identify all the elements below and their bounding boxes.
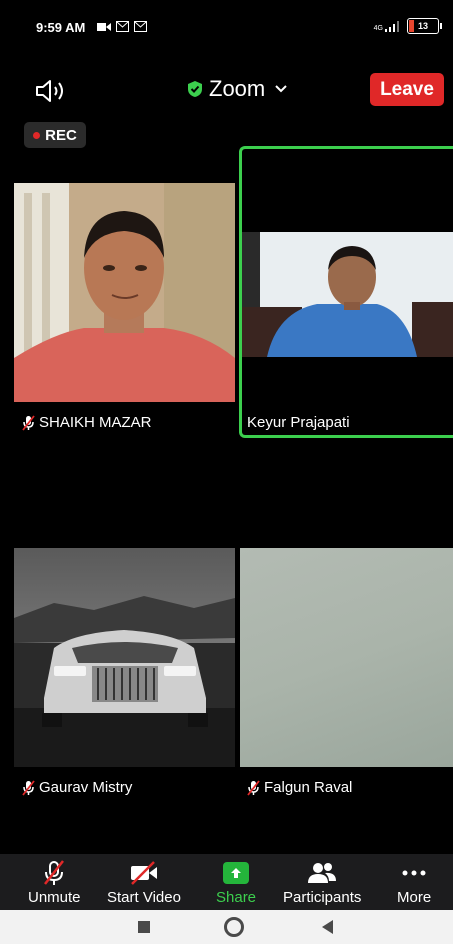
participant-name: SHAIKH MAZAR xyxy=(39,414,152,431)
participant-name-tag: SHAIKH MAZAR xyxy=(22,414,152,431)
participant-video-image xyxy=(14,183,235,402)
participants-label: Participants xyxy=(283,889,362,906)
video-tile-keyur-prajapati[interactable] xyxy=(239,146,453,438)
signal-icon xyxy=(385,20,399,32)
leave-button[interactable]: Leave xyxy=(370,73,444,106)
more-label: More xyxy=(397,889,432,906)
home-icon[interactable] xyxy=(224,917,244,937)
participant-name-tag: Gaurav Mistry xyxy=(22,779,132,796)
participant-name: Gaurav Mistry xyxy=(39,779,133,796)
recording-dot-icon xyxy=(33,131,41,139)
status-bar: 9:59 AM 4G 13 xyxy=(0,0,453,48)
mic-muted-icon xyxy=(22,779,35,796)
recording-badge: REC xyxy=(24,122,86,148)
mail-icon xyxy=(134,21,147,32)
meeting-title-button[interactable]: Zoom xyxy=(187,76,287,102)
mic-muted-icon xyxy=(22,414,35,431)
participant-name-tag: Falgun Raval xyxy=(247,779,352,796)
battery-icon: 13 xyxy=(407,18,442,34)
meeting-title: Zoom xyxy=(209,76,266,101)
network-type: 4G xyxy=(373,24,383,32)
recording-label: REC xyxy=(45,126,77,144)
notification-icons xyxy=(97,21,147,32)
participant-name: Falgun Raval xyxy=(264,779,353,796)
participant-name-tag: Keyur Prajapati xyxy=(247,414,350,431)
video-tile-shaikh-mazar[interactable] xyxy=(14,183,235,402)
video-camera-icon xyxy=(97,22,111,31)
share-label: Share xyxy=(216,889,257,906)
unmute-label: Unmute xyxy=(28,889,81,906)
recents-icon[interactable] xyxy=(138,921,150,933)
back-icon[interactable] xyxy=(322,920,333,934)
participants-button[interactable]: Participants xyxy=(283,860,361,906)
signal-indicator: 4G xyxy=(373,20,401,32)
chevron-down-icon xyxy=(275,85,287,93)
mic-muted-icon xyxy=(44,860,65,885)
participants-icon xyxy=(308,863,337,883)
status-right: 4G 13 xyxy=(373,18,442,34)
zoom-meeting-screen: 9:59 AM 4G 13 Zoom Leave REC SHAIKH MAZA… xyxy=(0,0,453,944)
more-button[interactable]: More xyxy=(397,860,431,906)
status-time: 9:59 AM xyxy=(36,20,86,35)
mail-icon xyxy=(116,21,129,32)
start-video-button[interactable]: Start Video xyxy=(107,860,181,906)
mic-muted-icon xyxy=(247,779,260,796)
start-video-label: Start Video xyxy=(107,889,181,906)
share-up-arrow-icon xyxy=(223,862,250,884)
video-tile-gaurav-mistry[interactable] xyxy=(14,548,235,767)
system-nav-bar xyxy=(0,910,453,944)
share-button[interactable]: Share xyxy=(216,860,256,906)
battery-level: 13 xyxy=(417,21,428,31)
participant-name: Keyur Prajapati xyxy=(247,414,350,431)
participant-video-image xyxy=(242,232,453,357)
video-tile-falgun-raval[interactable] xyxy=(240,548,453,767)
meeting-toolbar: Unmute Start Video Share Participants Mo… xyxy=(0,854,453,910)
speaker-icon[interactable] xyxy=(34,78,68,104)
video-off-icon xyxy=(130,861,157,885)
unmute-button[interactable]: Unmute xyxy=(28,860,81,906)
shield-check-icon xyxy=(188,81,202,97)
more-dots-icon xyxy=(402,870,426,876)
participant-video-image xyxy=(14,548,235,767)
